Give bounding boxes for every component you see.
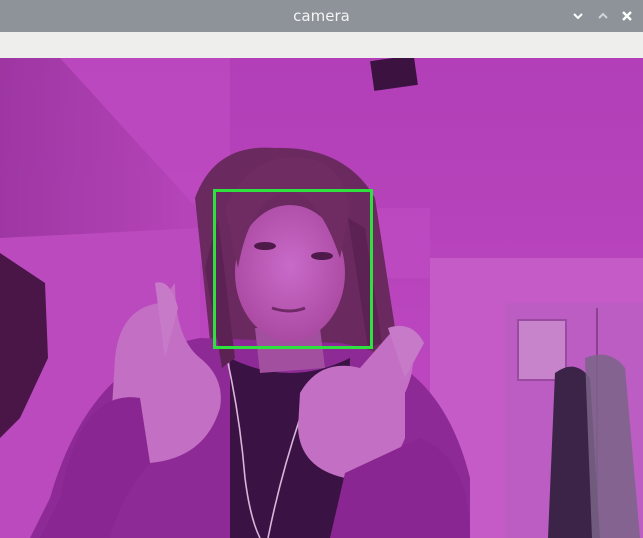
face-detection-box <box>213 189 373 349</box>
chevron-down-icon <box>573 13 583 20</box>
camera-feed <box>0 58 643 538</box>
window-title: camera <box>293 7 350 25</box>
title-bar[interactable]: camera <box>0 0 643 32</box>
chevron-up-icon <box>598 12 608 19</box>
menu-bar <box>0 32 643 59</box>
camera-window: camera <box>0 0 643 538</box>
maximize-button[interactable] <box>595 8 611 24</box>
minimize-button[interactable] <box>570 8 586 24</box>
close-icon <box>622 11 632 21</box>
close-button[interactable] <box>619 8 635 24</box>
